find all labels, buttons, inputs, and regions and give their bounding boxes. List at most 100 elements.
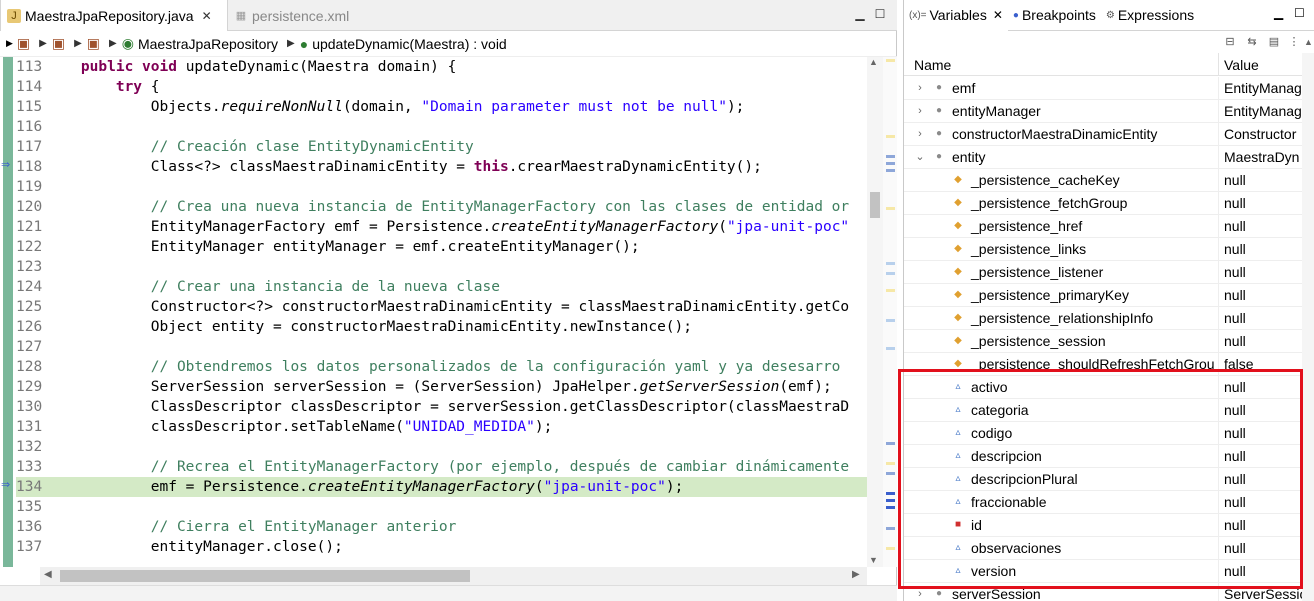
line-number[interactable]: 126	[16, 317, 46, 337]
tab-persistence-xml[interactable]: ▦ persistence.xml	[228, 0, 378, 31]
code-line[interactable]: 113 public void updateDynamic(Maestra do…	[16, 57, 867, 77]
variable-row[interactable]: ▵ activo null	[904, 376, 1302, 399]
variable-row[interactable]: ◆ _persistence_session null	[904, 330, 1302, 353]
line-number[interactable]: 133	[16, 457, 46, 477]
line-number[interactable]: 117	[16, 137, 46, 157]
line-number[interactable]: 123	[16, 257, 46, 277]
overview-marker[interactable]	[886, 347, 895, 350]
package-icon[interactable]: ▣	[52, 35, 65, 52]
maximize-icon[interactable]: ☐	[1294, 6, 1305, 20]
variable-row[interactable]: › ● entityManager EntityManag	[904, 100, 1302, 123]
line-number[interactable]: 116	[16, 117, 46, 137]
code-line[interactable]: 123	[16, 257, 867, 277]
line-number[interactable]: 135	[16, 497, 46, 517]
variable-row[interactable]: ◆ _persistence_shouldRefreshFetchGrou fals…	[904, 353, 1302, 376]
code-area[interactable]: 113 public void updateDynamic(Maestra do…	[16, 57, 867, 567]
overview-marker[interactable]	[886, 59, 895, 62]
overview-marker[interactable]	[886, 462, 895, 465]
overview-marker[interactable]	[886, 155, 895, 158]
code-line[interactable]: 131 classDescriptor.setTableName("UNIDAD…	[16, 417, 867, 437]
line-number[interactable]: 134	[16, 477, 46, 497]
view-menu-icon[interactable]: ⋮	[1286, 35, 1302, 49]
variable-row[interactable]: › ● serverSession ServerSessio	[904, 583, 1302, 601]
project-icon[interactable]: ▣	[17, 35, 30, 52]
show-type-names-icon[interactable]: ⇆	[1244, 35, 1260, 49]
code-line[interactable]: 120 // Crea una nueva instancia de Entit…	[16, 197, 867, 217]
overview-marker[interactable]	[886, 135, 895, 138]
line-number[interactable]: 136	[16, 517, 46, 537]
editor-horizontal-scrollbar[interactable]: ◀ ▶	[40, 567, 867, 585]
overview-marker[interactable]	[886, 262, 895, 265]
scroll-right-icon[interactable]: ▶	[852, 569, 860, 580]
breakpoint-arrow-icon[interactable]: ⇒	[1, 158, 10, 171]
overview-marker[interactable]	[886, 472, 895, 475]
code-line[interactable]: 136 // Cierra el EntityManager anterior	[16, 517, 867, 537]
code-line[interactable]: 132	[16, 437, 867, 457]
variable-row[interactable]: ■ id null	[904, 514, 1302, 537]
scroll-left-icon[interactable]: ◀	[44, 569, 52, 580]
scroll-thumb[interactable]	[60, 570, 470, 582]
code-line[interactable]: 134 emf = Persistence.createEntityManage…	[16, 477, 867, 497]
variables-vertical-scrollbar[interactable]: ▲	[1302, 37, 1314, 601]
overview-marker[interactable]	[886, 499, 895, 502]
line-number[interactable]: 131	[16, 417, 46, 437]
overview-marker[interactable]	[886, 492, 895, 495]
code-line[interactable]: 125 Constructor<?> constructorMaestraDin…	[16, 297, 867, 317]
breadcrumb-class[interactable]: MaestraJpaRepository	[138, 36, 278, 52]
current-line-arrow-icon[interactable]: ⇒	[1, 478, 10, 491]
variable-row[interactable]: › ● constructorMaestraDinamicEntity Constru…	[904, 123, 1302, 146]
tab-breakpoints[interactable]: ● Breakpoints	[1008, 0, 1101, 31]
scroll-up-icon[interactable]: ▲	[1304, 37, 1313, 47]
overview-marker[interactable]	[886, 207, 895, 210]
variable-row[interactable]: ▵ codigo null	[904, 422, 1302, 445]
code-line[interactable]: 114 try {	[16, 77, 867, 97]
line-number[interactable]: 137	[16, 537, 46, 557]
line-number[interactable]: 118	[16, 157, 46, 177]
code-line[interactable]: 130 ClassDescriptor classDescriptor = se…	[16, 397, 867, 417]
scroll-down-icon[interactable]: ▼	[869, 555, 878, 565]
scroll-up-icon[interactable]: ▲	[869, 57, 878, 67]
code-line[interactable]: 129 ServerSession serverSession = (Serve…	[16, 377, 867, 397]
line-number[interactable]: 128	[16, 357, 46, 377]
code-line[interactable]: 116	[16, 117, 867, 137]
variable-row[interactable]: ▵ categoria null	[904, 399, 1302, 422]
overview-marker[interactable]	[886, 289, 895, 292]
overview-marker[interactable]	[886, 442, 895, 445]
variable-row[interactable]: ▵ descripcion null	[904, 445, 1302, 468]
variable-row[interactable]: ◆ _persistence_cacheKey null	[904, 169, 1302, 192]
tab-maestra-jpa-repository[interactable]: J MaestraJpaRepository.java ✕	[0, 0, 228, 31]
variable-row[interactable]: ◆ _persistence_links null	[904, 238, 1302, 261]
chevron-right-icon[interactable]: ›	[914, 100, 926, 122]
chevron-down-icon[interactable]: ⌄	[914, 146, 926, 168]
tab-expressions[interactable]: ⚙ Expressions	[1101, 0, 1199, 31]
line-number[interactable]: 119	[16, 177, 46, 197]
code-line[interactable]: 133 // Recrea el EntityManagerFactory (p…	[16, 457, 867, 477]
overview-marker[interactable]	[886, 162, 895, 165]
code-line[interactable]: 122 EntityManager entityManager = emf.cr…	[16, 237, 867, 257]
variable-row[interactable]: ▵ fraccionable null	[904, 491, 1302, 514]
line-number[interactable]: 132	[16, 437, 46, 457]
variable-row[interactable]: ⌄ ● entity MaestraDyn	[904, 146, 1302, 169]
line-number[interactable]: 127	[16, 337, 46, 357]
line-number[interactable]: 115	[16, 97, 46, 117]
overview-marker[interactable]	[886, 547, 895, 550]
line-number[interactable]: 120	[16, 197, 46, 217]
variable-row[interactable]: › ● emf EntityManag	[904, 77, 1302, 100]
code-line[interactable]: 115 Objects.requireNonNull(domain, "Doma…	[16, 97, 867, 117]
tab-variables[interactable]: (x)= Variables ✕	[904, 0, 1008, 31]
overview-marker[interactable]	[886, 319, 895, 322]
close-icon[interactable]: ✕	[993, 8, 1003, 22]
variable-row[interactable]: ◆ _persistence_relationshipInfo null	[904, 307, 1302, 330]
code-line[interactable]: 127	[16, 337, 867, 357]
column-name[interactable]: Name	[914, 57, 951, 73]
line-number[interactable]: 114	[16, 77, 46, 97]
variable-row[interactable]: ▵ version null	[904, 560, 1302, 583]
editor-vertical-scrollbar[interactable]: ▲ ▼	[867, 57, 883, 567]
variable-row[interactable]: ◆ _persistence_href null	[904, 215, 1302, 238]
code-line[interactable]: 128 // Obtendremos los datos personaliza…	[16, 357, 867, 377]
code-line[interactable]: 119	[16, 177, 867, 197]
code-line[interactable]: 117 // Creación clase EntityDynamicEntit…	[16, 137, 867, 157]
overview-marker[interactable]	[886, 527, 895, 530]
close-icon[interactable]: ✕	[202, 9, 212, 23]
code-line[interactable]: 137 entityManager.close();	[16, 537, 867, 557]
